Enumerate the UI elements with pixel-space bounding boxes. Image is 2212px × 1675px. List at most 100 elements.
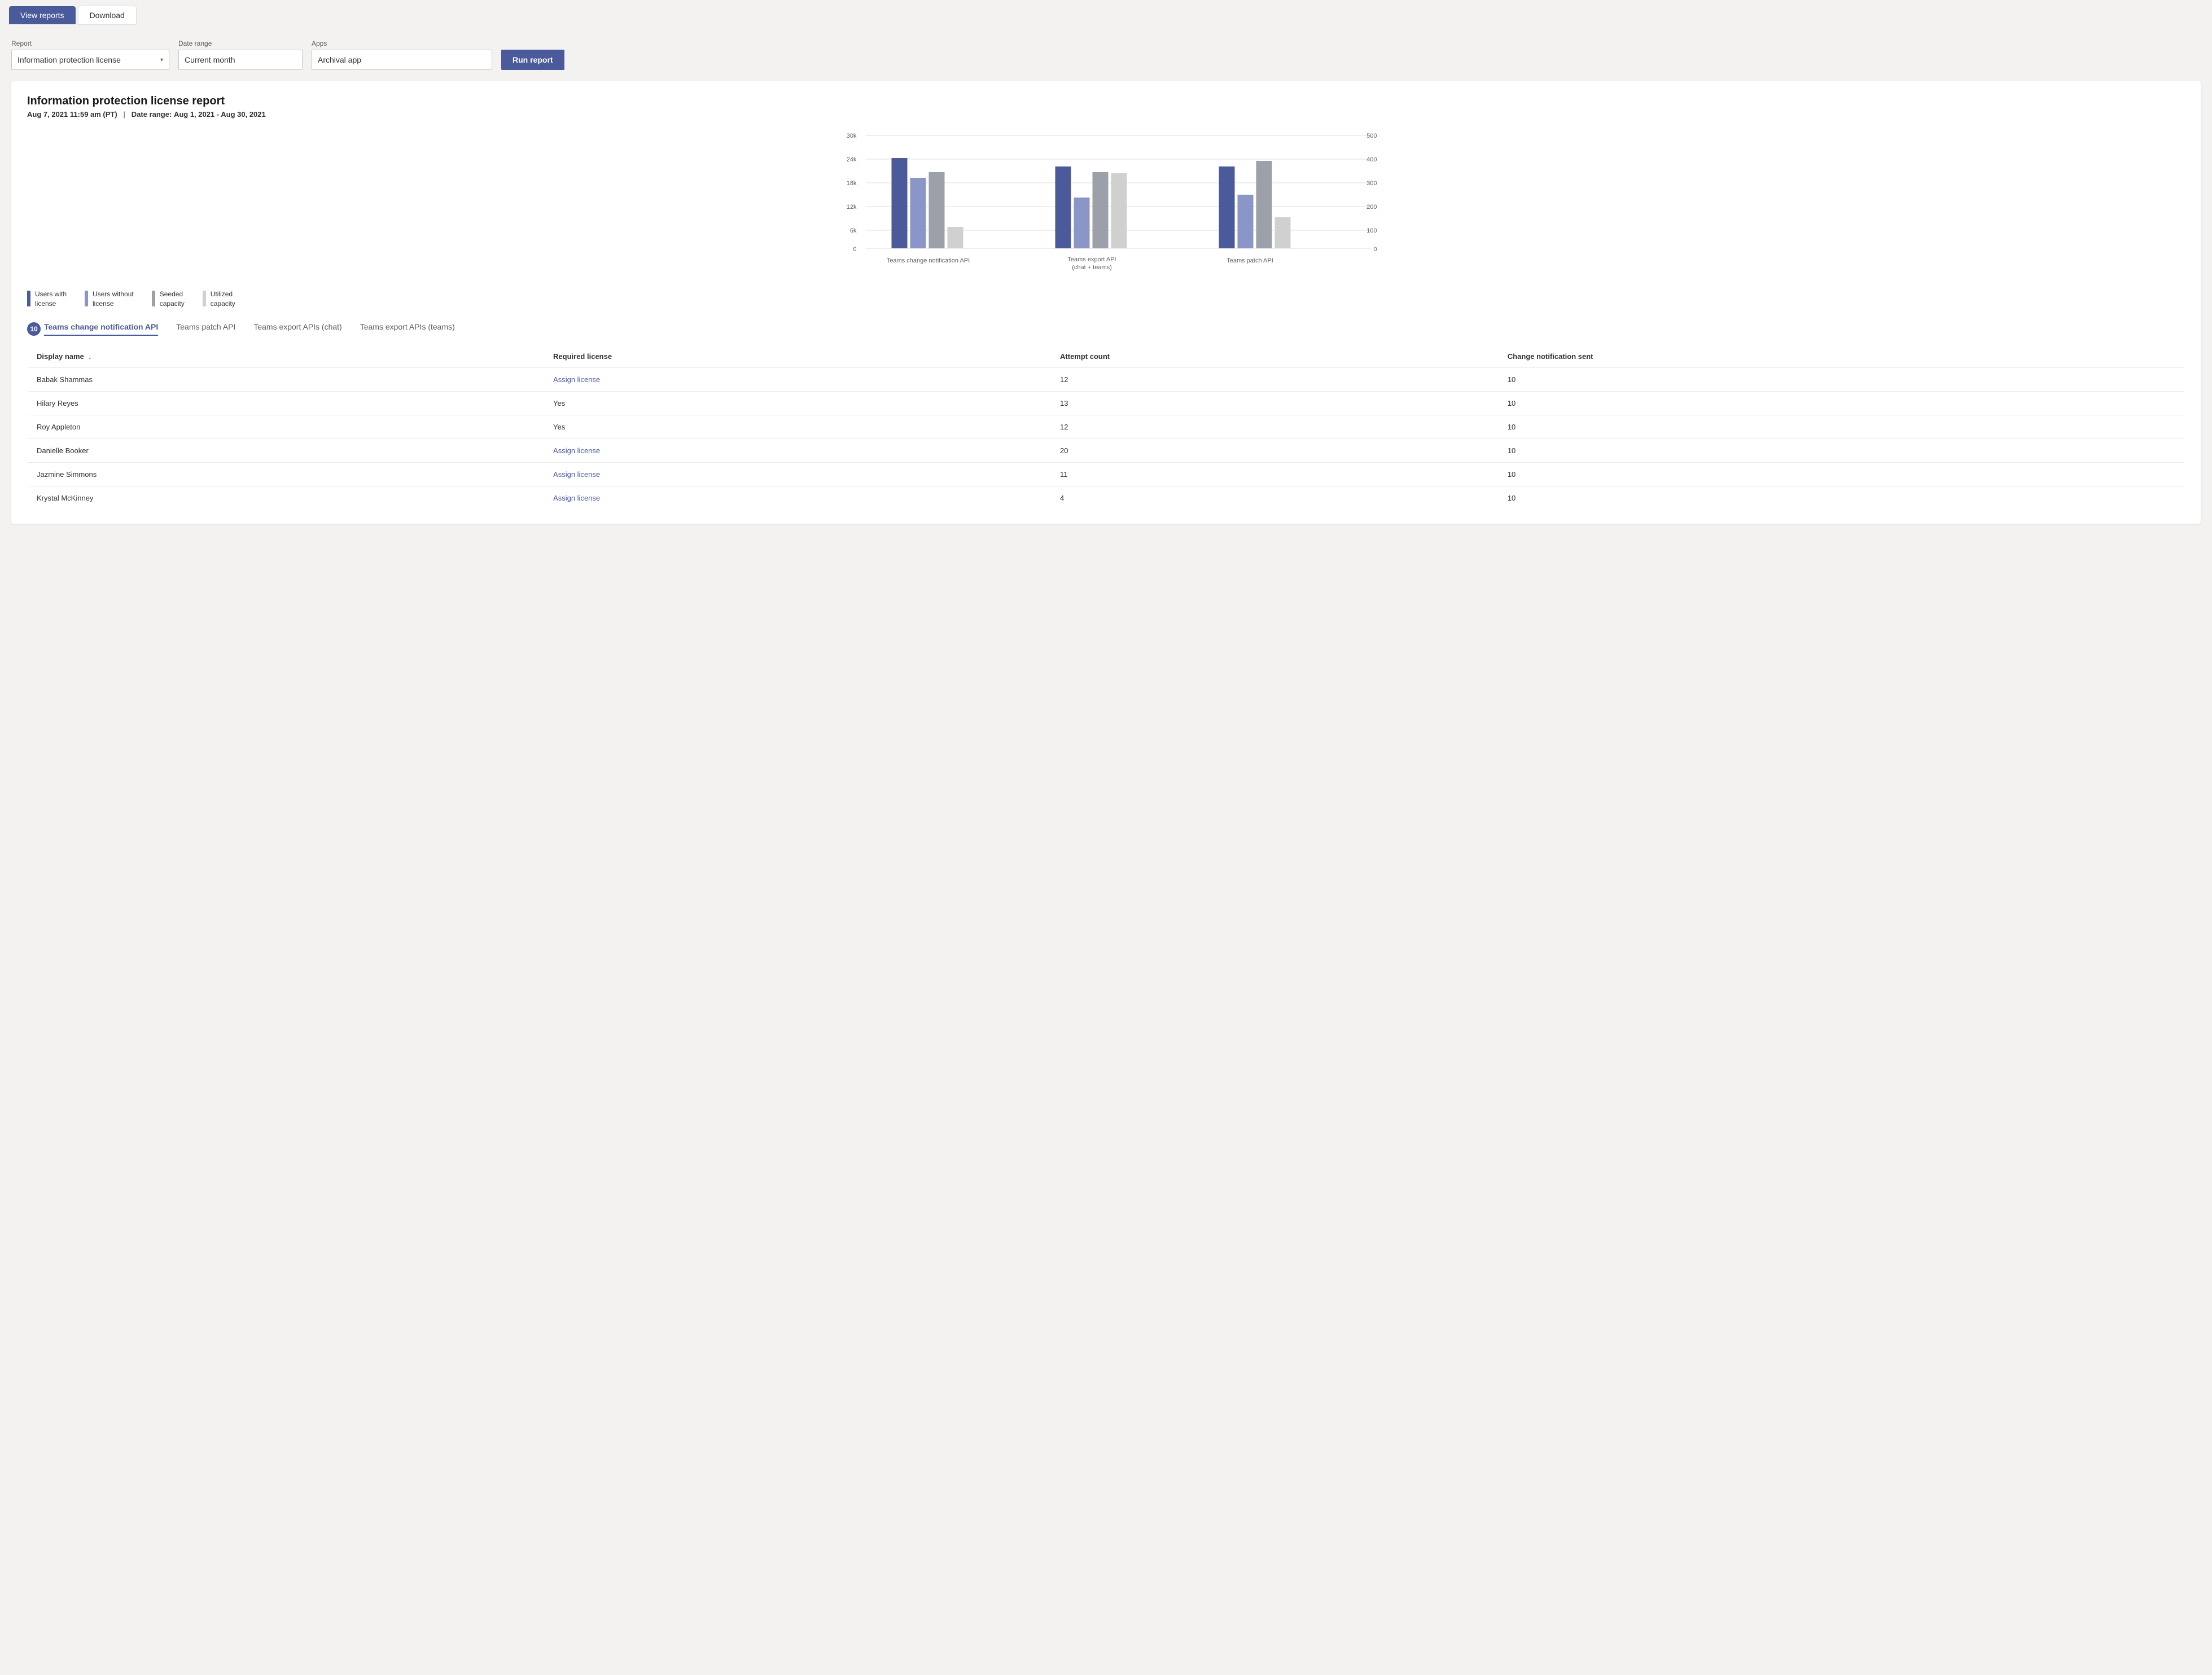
cell-attempt-count: 11 <box>1051 462 1499 486</box>
tab-teams-export-teams[interactable]: Teams export APIs (teams) <box>360 322 455 336</box>
table-row: Danielle Booker Assign license 2010 <box>28 439 2185 462</box>
bar-g2-seeded-capacity <box>1093 172 1109 248</box>
cell-notification-sent: 10 <box>1499 367 2185 391</box>
svg-text:0: 0 <box>1373 246 1377 253</box>
bar-chart: 30k 24k 18k 12k 6k 0 500 400 300 200 100… <box>27 130 2185 277</box>
bar-g2-utilized-capacity <box>1111 173 1127 248</box>
cell-notification-sent: 10 <box>1499 391 2185 415</box>
tab-badge: 10 <box>27 322 41 336</box>
bar-g3-users-with-license <box>1219 166 1235 248</box>
table-row: Babak ShammasAssign license1210 <box>28 367 2185 391</box>
filter-section: Report Information protection license ▾ … <box>0 30 2212 81</box>
legend-item-users-without-license: Users withoutlicense <box>85 290 134 309</box>
legend-item-users-with-license: Users withlicense <box>27 290 67 309</box>
cell-attempt-count: 4 <box>1051 486 1499 510</box>
legend-color-users-with-license <box>27 291 30 306</box>
report-select-value: Information protection license <box>17 55 121 64</box>
run-report-button[interactable]: Run report <box>501 50 564 70</box>
cell-required-license[interactable]: Assign license <box>544 439 1051 462</box>
sort-icon-display-name: ↓ <box>88 354 91 361</box>
svg-text:Teams change notification API: Teams change notification API <box>887 257 970 264</box>
cell-notification-sent: 10 <box>1499 439 2185 462</box>
cell-required-license[interactable]: Assign license <box>544 486 1051 510</box>
report-title: Information protection license report <box>27 95 2185 108</box>
table-row: Roy AppletonYes1210 <box>28 415 2185 439</box>
cell-required-license: Yes <box>544 415 1051 439</box>
svg-text:24k: 24k <box>847 156 857 163</box>
chart-legend: Users withlicense Users withoutlicense S… <box>27 290 2185 309</box>
cell-notification-sent: 10 <box>1499 486 2185 510</box>
date-range-filter-group: Date range Current month <box>178 40 303 70</box>
bar-g1-utilized-capacity <box>948 227 963 248</box>
bar-g1-users-with-license <box>892 158 908 248</box>
table-row: Krystal McKinney Assign license 410 <box>28 486 2185 510</box>
cell-display-name: Krystal McKinney <box>28 486 545 510</box>
legend-item-seeded-capacity: Seededcapacity <box>152 290 185 309</box>
svg-text:200: 200 <box>1366 204 1377 211</box>
cell-required-license: Yes <box>544 391 1051 415</box>
date-range-label: Date range <box>178 40 303 47</box>
report-label: Report <box>11 40 169 47</box>
svg-text:100: 100 <box>1366 227 1377 234</box>
download-tab[interactable]: Download <box>78 6 137 25</box>
legend-item-utilized-capacity: Utilizedcapacity <box>203 290 235 309</box>
assign-license-link[interactable]: Assign license <box>553 375 600 384</box>
legend-label-utilized-capacity: Utilizedcapacity <box>211 290 235 309</box>
assign-license-link[interactable]: Assign license <box>553 494 600 502</box>
tab-teams-change[interactable]: Teams change notification API <box>44 322 158 336</box>
apps-select-value: Archival app <box>318 55 361 64</box>
cell-required-license[interactable]: Assign license <box>544 462 1051 486</box>
bar-g3-seeded-capacity <box>1256 161 1272 248</box>
report-subtitle: Aug 7, 2021 11:59 am (PT) | Date range: … <box>27 110 2185 119</box>
cell-attempt-count: 20 <box>1051 439 1499 462</box>
svg-text:18k: 18k <box>847 180 857 187</box>
chevron-down-icon: ▾ <box>160 57 163 63</box>
date-range-value: Current month <box>185 55 235 64</box>
bar-g2-users-with-license <box>1055 166 1071 248</box>
view-reports-tab[interactable]: View reports <box>9 6 76 24</box>
legend-color-users-without-license <box>85 291 88 306</box>
legend-label-users-without-license: Users withoutlicense <box>93 290 134 309</box>
cell-display-name: Roy Appleton <box>28 415 545 439</box>
assign-license-link[interactable]: Assign license <box>553 446 600 455</box>
bar-g3-users-without-license <box>1238 195 1254 248</box>
table-header-row: Display name ↓ Required license Attempt … <box>28 345 2185 367</box>
apps-select[interactable]: Archival app <box>312 50 492 70</box>
legend-label-seeded-capacity: Seededcapacity <box>160 290 185 309</box>
active-tab-container: 10 Teams change notification API <box>27 322 158 336</box>
cell-display-name: Jazmine Simmons <box>28 462 545 486</box>
col-header-required-license: Required license <box>544 345 1051 367</box>
svg-text:0: 0 <box>853 246 856 253</box>
cell-attempt-count: 13 <box>1051 391 1499 415</box>
col-header-display-name[interactable]: Display name ↓ <box>28 345 545 367</box>
date-range-label-text: Date range: <box>132 110 172 119</box>
svg-text:(chat + teams): (chat + teams) <box>1072 264 1112 271</box>
svg-text:12k: 12k <box>847 204 857 211</box>
apps-label: Apps <box>312 40 492 47</box>
cell-attempt-count: 12 <box>1051 415 1499 439</box>
table-tabs-section: 10 Teams change notification API Teams p… <box>27 322 2185 510</box>
assign-license-link[interactable]: Assign license <box>553 470 600 479</box>
date-range-select[interactable]: Current month <box>178 50 303 70</box>
svg-text:6k: 6k <box>850 227 857 234</box>
svg-text:Teams patch API: Teams patch API <box>1227 257 1273 264</box>
col-header-notification-sent: Change notification sent <box>1499 345 2185 367</box>
report-select[interactable]: Information protection license ▾ <box>11 50 169 70</box>
cell-required-license[interactable]: Assign license <box>544 367 1051 391</box>
cell-display-name: Danielle Booker <box>28 439 545 462</box>
apps-filter-group: Apps Archival app <box>312 40 492 70</box>
svg-text:400: 400 <box>1366 156 1377 163</box>
svg-text:300: 300 <box>1366 180 1377 187</box>
tab-teams-patch[interactable]: Teams patch API <box>176 322 235 336</box>
cell-display-name: Babak Shammas <box>28 367 545 391</box>
toolbar: View reports Download <box>0 0 2212 30</box>
report-filter-group: Report Information protection license ▾ <box>11 40 169 70</box>
tab-teams-export-chat[interactable]: Teams export APIs (chat) <box>253 322 341 336</box>
bar-g2-users-without-license <box>1074 198 1090 248</box>
legend-color-utilized-capacity <box>203 291 206 306</box>
legend-color-seeded-capacity <box>152 291 155 306</box>
legend-label-users-with-license: Users withlicense <box>35 290 67 309</box>
cell-display-name: Hilary Reyes <box>28 391 545 415</box>
table-tab-nav: 10 Teams change notification API Teams p… <box>27 322 2185 336</box>
bar-g3-utilized-capacity <box>1275 217 1291 248</box>
